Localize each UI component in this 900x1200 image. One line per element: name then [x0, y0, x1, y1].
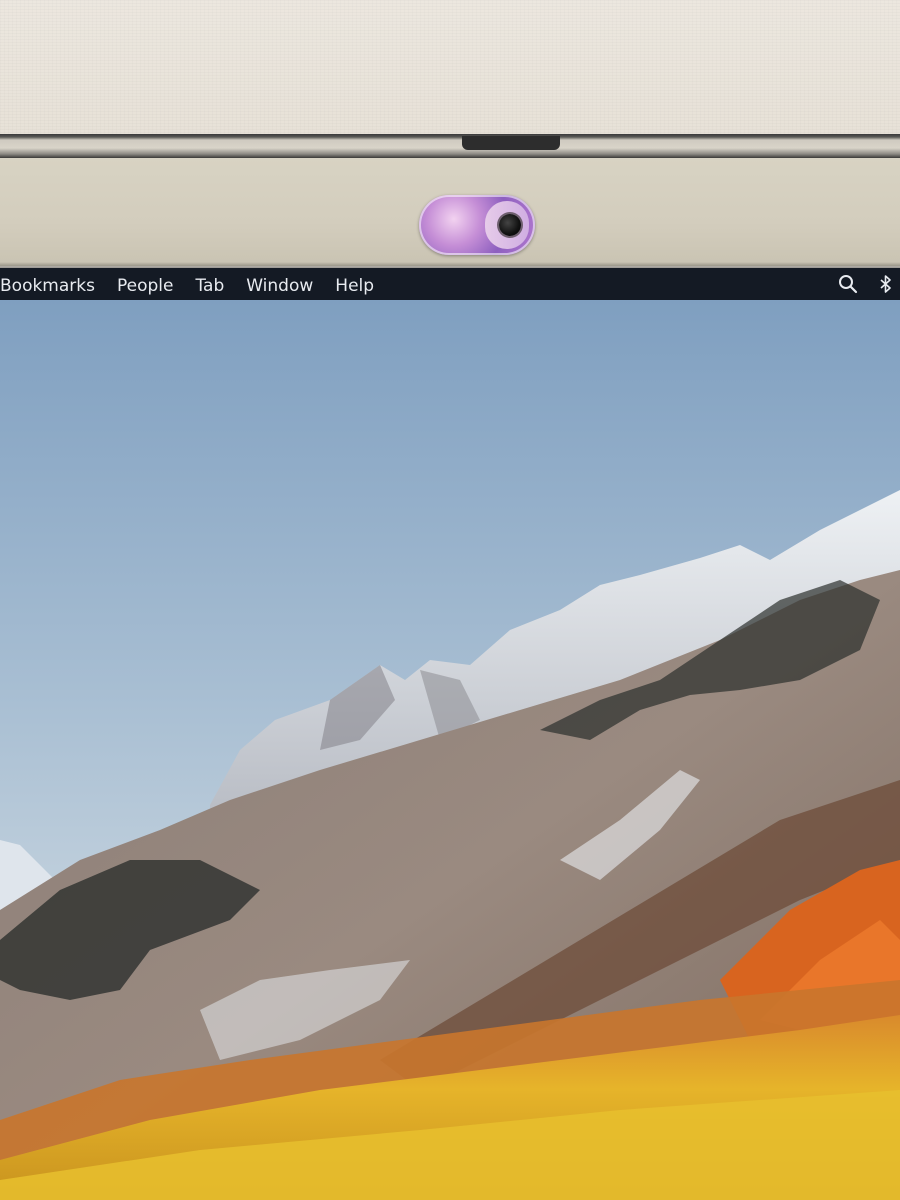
- desktop-wallpaper: [0, 300, 900, 1200]
- menu-bar-status-area: [824, 268, 900, 300]
- menu-bookmarks[interactable]: Bookmarks: [0, 268, 106, 300]
- bluetooth-icon[interactable]: [872, 268, 900, 300]
- laptop-lid-notch: [462, 136, 560, 150]
- laptop-lid-edge: [0, 134, 900, 158]
- laptop-screen: Bookmarks People Tab Window Help: [0, 268, 900, 1200]
- menu-people[interactable]: People: [106, 268, 184, 300]
- menu-help[interactable]: Help: [324, 268, 385, 300]
- search-icon[interactable]: [834, 268, 862, 300]
- menu-tab[interactable]: Tab: [184, 268, 235, 300]
- webcam-cover-slider[interactable]: [419, 195, 535, 255]
- webcam-lens: [499, 214, 521, 236]
- menu-window[interactable]: Window: [235, 268, 324, 300]
- photo-scene: Bookmarks People Tab Window Help: [0, 0, 900, 1200]
- menu-bar: Bookmarks People Tab Window Help: [0, 268, 900, 300]
- wall-background: [0, 0, 900, 136]
